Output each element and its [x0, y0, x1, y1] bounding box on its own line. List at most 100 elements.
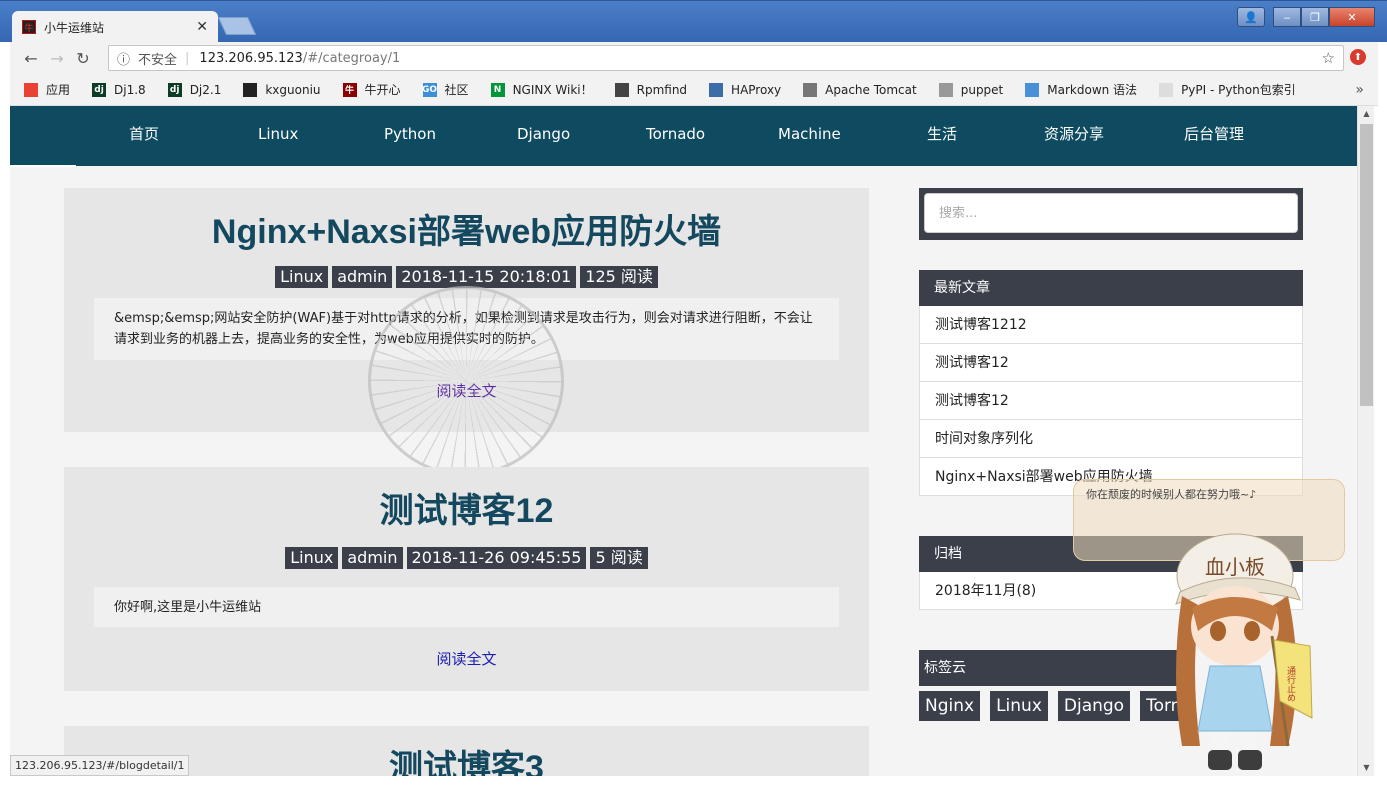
- bookmark-item[interactable]: Markdown 语法: [1025, 81, 1137, 98]
- page-scrollbar[interactable]: ▲ ▼: [1357, 106, 1374, 776]
- page-icon: [938, 82, 953, 97]
- bookmark-label: kxguoniu: [265, 82, 321, 97]
- profile-icon[interactable]: 👤: [1237, 7, 1265, 27]
- nav-linux[interactable]: Linux: [258, 106, 298, 166]
- tag-linux[interactable]: Linux: [990, 691, 1048, 721]
- bookmark-item[interactable]: Rpmfind: [614, 82, 688, 97]
- scroll-down-arrow-icon[interactable]: ▼: [1358, 760, 1375, 776]
- reload-icon[interactable]: ↻: [70, 49, 96, 68]
- bookmark-label: HAProxy: [731, 82, 782, 97]
- url-host: 123.206.95.123: [199, 50, 303, 66]
- info-icon[interactable]: ⓘ: [117, 49, 130, 68]
- recent-post-item[interactable]: 测试博客12: [919, 344, 1303, 382]
- bookmark-favicon-icon: dj: [167, 82, 182, 97]
- tag-django[interactable]: Django: [1057, 691, 1131, 721]
- post-title[interactable]: 测试博客12: [64, 467, 869, 533]
- search-input[interactable]: [924, 193, 1298, 233]
- post-author-badge: admin: [332, 266, 393, 288]
- bookmark-label: 应用: [46, 83, 71, 97]
- post-meta: Linux admin 2018-11-15 20:18:01 125 阅读: [64, 266, 869, 288]
- post-category-badge[interactable]: Linux: [275, 266, 329, 288]
- read-more-link[interactable]: 阅读全文: [64, 648, 869, 669]
- page-viewport: 首页 Linux Python Django Tornado Machine 生…: [10, 106, 1357, 776]
- back-arrow-icon[interactable]: ←: [18, 49, 44, 68]
- bookmark-favicon-icon: N: [490, 82, 505, 97]
- post-meta: Linux admin 2018-11-26 09:45:55 5 阅读: [64, 547, 869, 569]
- scrollbar-thumb[interactable]: [1360, 124, 1373, 406]
- bookmark-item[interactable]: N NGINX Wiki！: [490, 81, 593, 98]
- post-date-badge: 2018-11-26 09:45:55: [406, 547, 587, 569]
- bookmark-item[interactable]: HAProxy: [709, 82, 782, 97]
- bookmark-item[interactable]: dj Dj1.8: [92, 82, 146, 97]
- background-line-animation: [368, 286, 564, 476]
- bookmark-favicon-icon: dj: [92, 82, 107, 97]
- bookmark-label: Markdown 语法: [1047, 83, 1138, 97]
- apps-grid-icon: [24, 82, 38, 97]
- tab-favicon: 牛: [22, 20, 36, 34]
- bookmark-label: Dj2.1: [189, 82, 222, 97]
- post-reads-badge: 5 阅读: [590, 547, 648, 569]
- nav-django[interactable]: Django: [517, 106, 570, 166]
- nav-machine[interactable]: Machine: [778, 106, 841, 166]
- nav-home[interactable]: 首页: [129, 106, 159, 166]
- post-reads-badge: 125 阅读: [580, 266, 658, 288]
- post-date-badge: 2018-11-15 20:18:01: [396, 266, 577, 288]
- github-icon: [243, 82, 258, 97]
- tab-close-icon[interactable]: ✕: [196, 19, 208, 35]
- window-controls: 👤 ‒ ❐ ✕: [1237, 7, 1375, 27]
- page-icon: [1159, 82, 1174, 97]
- url-path: /#/categroay/1: [302, 50, 401, 66]
- post-author-badge: admin: [342, 547, 403, 569]
- bookmark-label: Rpmfind: [636, 82, 688, 97]
- forward-arrow-icon[interactable]: →: [44, 49, 70, 68]
- nav-resources[interactable]: 资源分享: [1044, 106, 1104, 166]
- search-box: [919, 188, 1303, 240]
- tab-title: 小牛运维站: [44, 20, 105, 35]
- post-category-badge[interactable]: Linux: [285, 547, 339, 569]
- bookmark-item[interactable]: PyPI - Python包索引: [1159, 81, 1296, 98]
- bookmarks-overflow-icon[interactable]: »: [1355, 82, 1364, 98]
- bookmark-item[interactable]: 牛牛开心: [342, 81, 401, 98]
- window-close-button[interactable]: ✕: [1329, 7, 1375, 27]
- nav-active-indicator: [10, 165, 76, 167]
- mascot-character-image[interactable]: 血小板 通行止め: [1160, 496, 1320, 776]
- browser-tab[interactable]: 牛 小牛运维站 ✕: [12, 11, 218, 43]
- drop-icon: [1025, 82, 1040, 97]
- tag-cloud-heading: 标签云: [919, 650, 1179, 686]
- scroll-up-arrow-icon[interactable]: ▲: [1358, 106, 1375, 122]
- bookmark-label: 牛开心: [364, 83, 401, 97]
- nav-life[interactable]: 生活: [927, 106, 957, 166]
- post-title[interactable]: Nginx+Naxsi部署web应用防火墙: [64, 188, 869, 254]
- post-excerpt: 你好啊,这里是小牛运维站: [94, 587, 839, 627]
- security-label: 不安全: [138, 52, 178, 68]
- minimize-button[interactable]: ‒: [1273, 7, 1301, 27]
- bookmark-label: PyPI - Python包索引: [1181, 83, 1296, 97]
- recent-post-item[interactable]: 测试博客12: [919, 382, 1303, 420]
- bookmark-label: 社区: [444, 83, 469, 97]
- browser-toolbar: ← → ↻ ⓘ 不安全 | 123.206.95.123 /#/categroa…: [10, 42, 1378, 74]
- maximize-button[interactable]: ❐: [1301, 7, 1329, 27]
- tag-nginx[interactable]: Nginx: [919, 691, 981, 721]
- bookmark-item[interactable]: dj Dj2.1: [167, 82, 222, 97]
- bookmark-item[interactable]: kxguoniu: [243, 82, 321, 97]
- bookmark-label: Apache Tomcat: [825, 82, 917, 97]
- bookmark-favicon-icon: GO: [422, 82, 438, 97]
- url-divider: |: [185, 50, 190, 66]
- bookmark-item[interactable]: 应用: [24, 81, 70, 98]
- bookmark-star-icon[interactable]: ☆: [1322, 49, 1335, 67]
- bookmark-item[interactable]: Apache Tomcat: [803, 82, 917, 97]
- recent-post-item[interactable]: 测试博客1212: [919, 306, 1303, 344]
- nav-tornado[interactable]: Tornado: [646, 106, 705, 166]
- new-tab-button[interactable]: [217, 17, 257, 35]
- nav-python[interactable]: Python: [384, 106, 436, 166]
- address-bar[interactable]: ⓘ 不安全 | 123.206.95.123 /#/categroay/1 ☆: [108, 45, 1344, 71]
- tomcat-icon: [803, 82, 818, 97]
- recent-post-item[interactable]: 时间对象序列化: [919, 420, 1303, 458]
- recent-posts-heading: 最新文章: [919, 270, 1303, 306]
- bookmark-item[interactable]: puppet: [938, 82, 1003, 97]
- nav-admin[interactable]: 后台管理: [1184, 106, 1244, 166]
- recent-posts-panel: 最新文章 测试博客1212 测试博客12 测试博客12 时间对象序列化 Ngin…: [919, 270, 1303, 496]
- extension-icon[interactable]: ⬆: [1350, 49, 1366, 65]
- mascot-flag-text: 通行止め: [1285, 666, 1296, 702]
- bookmark-item[interactable]: GO 社区: [422, 81, 469, 98]
